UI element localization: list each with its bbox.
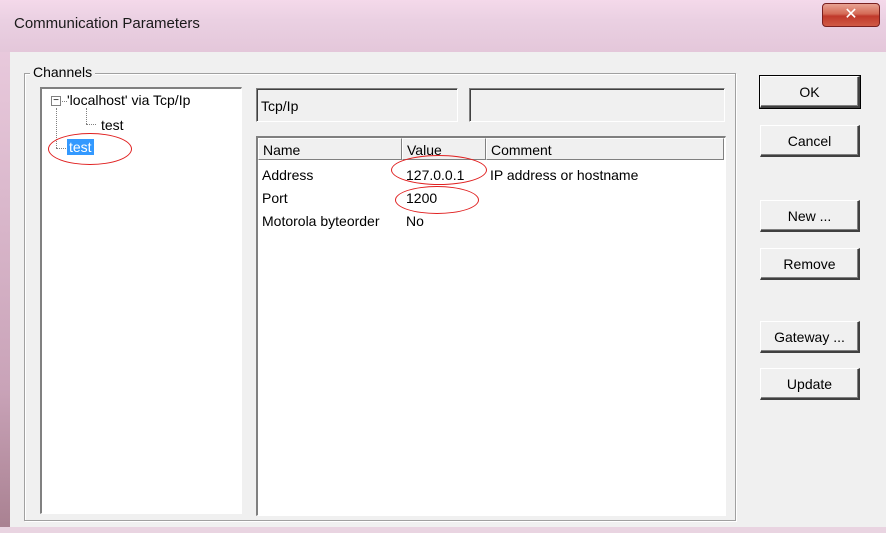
param-name-port[interactable]: Port bbox=[262, 190, 288, 206]
annotation-ellipse-address bbox=[391, 155, 487, 185]
window-frame-left bbox=[0, 52, 10, 533]
secondary-info-field bbox=[469, 88, 725, 122]
protocol-field: Tcp/Ip bbox=[256, 88, 458, 122]
collapse-toggle-icon[interactable]: − bbox=[51, 96, 61, 106]
parameter-list[interactable]: Name Value Comment Address 127.0.0.1 IP … bbox=[256, 136, 726, 516]
gateway-button[interactable]: Gateway ... bbox=[760, 321, 860, 353]
annotation-ellipse-tree bbox=[48, 133, 132, 165]
tree-connector bbox=[86, 124, 96, 125]
close-icon: ✕ bbox=[844, 6, 858, 23]
remove-button[interactable]: Remove bbox=[760, 248, 860, 280]
tree-connector bbox=[86, 108, 87, 124]
param-comment-address: IP address or hostname bbox=[490, 167, 639, 183]
close-button[interactable]: ✕ bbox=[822, 3, 880, 27]
column-header-name[interactable]: Name bbox=[258, 138, 402, 160]
title-bar[interactable]: Communication Parameters ✕ bbox=[0, 0, 886, 52]
param-value-byteorder[interactable]: No bbox=[406, 213, 424, 229]
tree-item-child-test[interactable]: test bbox=[101, 117, 124, 133]
protocol-value: Tcp/Ip bbox=[261, 98, 299, 114]
param-name-address[interactable]: Address bbox=[262, 167, 313, 183]
annotation-ellipse-port bbox=[395, 186, 479, 214]
ok-button[interactable]: OK bbox=[759, 75, 861, 109]
communication-parameters-window: Communication Parameters ✕ Channels − 'l… bbox=[0, 0, 886, 533]
update-button[interactable]: Update bbox=[760, 368, 860, 400]
tree-item-localhost[interactable]: 'localhost' via Tcp/Ip bbox=[67, 92, 190, 108]
window-title: Communication Parameters bbox=[14, 15, 200, 32]
window-frame-bottom bbox=[0, 527, 886, 533]
new-button[interactable]: New ... bbox=[760, 200, 860, 232]
cancel-button[interactable]: Cancel bbox=[760, 125, 860, 157]
column-header-comment[interactable]: Comment bbox=[486, 138, 724, 160]
param-name-byteorder[interactable]: Motorola byteorder bbox=[262, 213, 380, 229]
channels-group-label: Channels bbox=[30, 64, 96, 80]
